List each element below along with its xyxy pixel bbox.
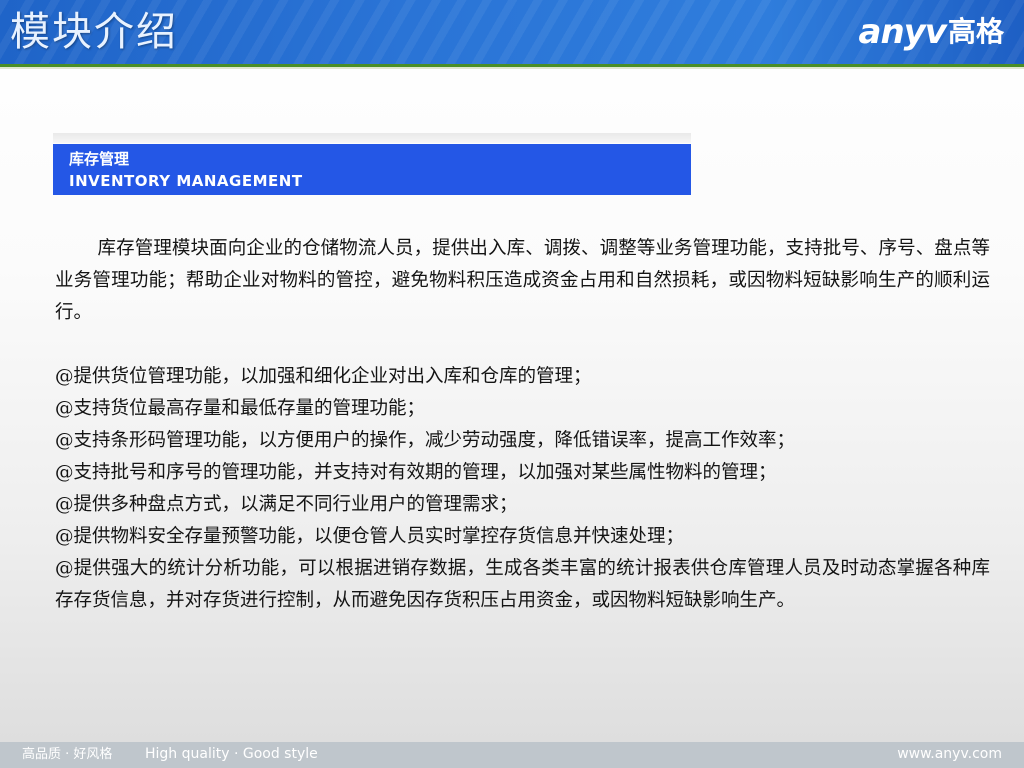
intro-paragraph: 库存管理模块面向企业的仓储物流人员，提供出入库、调拨、调整等业务管理功能，支持批… — [55, 238, 990, 323]
feature-item: @提供货位管理功能，以加强和细化企业对出入库和仓库的管理； — [55, 366, 592, 387]
logo-chinese-name: 高格 — [947, 15, 1004, 48]
footer-website-link[interactable]: www.anyv.com — [897, 745, 1002, 763]
header-bar: 模块介绍 anyv 高格 — [0, 0, 1024, 64]
module-banner-top-strip — [53, 133, 691, 143]
logo-wordmark: anyv — [858, 12, 947, 52]
slide-title: 模块介绍 — [10, 9, 178, 55]
module-description: 库存管理模块面向企业的仓储物流人员，提供出入库、调拨、调整等业务管理功能，支持批… — [55, 233, 990, 617]
feature-item: @支持货位最高存量和最低存量的管理功能； — [55, 398, 426, 419]
company-logo: anyv 高格 — [859, 12, 1005, 52]
feature-item: @支持批号和序号的管理功能，并支持对有效期的管理，以加强对某些属性物料的管理； — [55, 462, 777, 483]
feature-item: @提供强大的统计分析功能，可以根据进销存数据，生成各类丰富的统计报表供仓库管理人… — [55, 558, 990, 611]
feature-item: @支持条形码管理功能，以方便用户的操作，减少劳动强度，降低错误率，提高工作效率； — [55, 430, 796, 451]
module-title-cn: 库存管理 — [69, 150, 130, 168]
module-banner: 库存管理 INVENTORY MANAGEMENT — [53, 144, 691, 195]
footer-slogan-en: High quality · Good style — [145, 746, 318, 762]
feature-item: @提供多种盘点方式，以满足不同行业用户的管理需求； — [55, 494, 518, 515]
footer-bar: 高品质 · 好风格 High quality · Good style www.… — [0, 742, 1024, 768]
header-divider-light — [0, 67, 1024, 69]
feature-item: @提供物料安全存量预警功能，以便仓管人员实时掌控存货信息并快速处理； — [55, 526, 685, 547]
module-title-en: INVENTORY MANAGEMENT — [69, 172, 303, 190]
footer-slogan-cn: 高品质 · 好风格 — [22, 747, 113, 762]
